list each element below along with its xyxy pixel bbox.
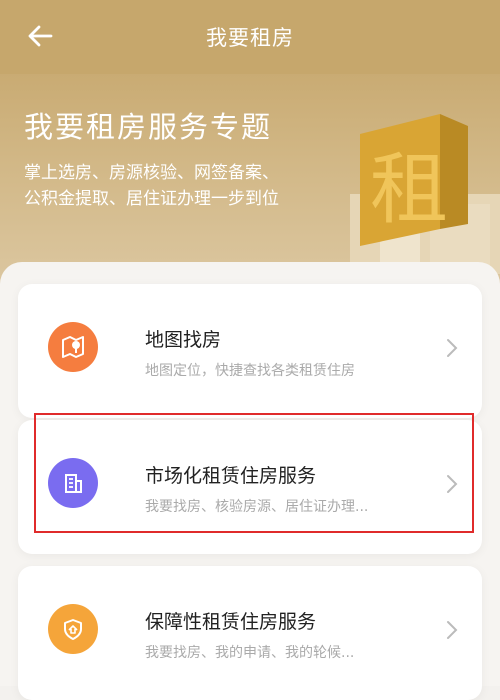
service-subtitle: 地图定位，快捷查找各类租赁住房: [145, 363, 355, 379]
service-card-affordable-rental[interactable]: 保障性租赁住房服务 我要找房、我的申请、我的轮候...: [18, 566, 482, 700]
service-card-map-search[interactable]: 地图找房 地图定位，快捷查找各类租赁住房: [18, 284, 482, 418]
top-bar: 我要租房: [0, 0, 500, 74]
service-card-market-rental[interactable]: 市场化租赁住房服务 我要找房、核验房源、居住证办理...: [18, 420, 482, 554]
service-title: 地图找房: [145, 329, 222, 351]
chevron-right-icon: [447, 339, 458, 357]
hero-subtitle-line2: 公积金提取、居住证办理一步到位: [24, 189, 279, 209]
page-title: 我要租房: [206, 26, 294, 50]
service-title: 保障性租赁住房服务: [145, 611, 317, 633]
chevron-right-icon: [447, 475, 458, 493]
rent-character: 租: [370, 145, 448, 235]
back-arrow-icon[interactable]: [22, 18, 58, 54]
service-subtitle: 我要找房、我的申请、我的轮候...: [145, 645, 355, 661]
hero-subtitle-line1: 掌上选房、房源核验、网签备案、: [24, 163, 279, 183]
service-title: 市场化租赁住房服务: [145, 465, 317, 487]
rent-building-illustration: 租: [350, 114, 500, 274]
chevron-right-icon: [447, 621, 458, 639]
map-location-icon: [48, 322, 98, 372]
shield-home-icon: [48, 604, 98, 654]
building-icon: [48, 458, 98, 508]
hero-title: 我要租房服务专题: [24, 110, 273, 144]
service-subtitle: 我要找房、核验房源、居住证办理...: [145, 499, 369, 515]
services-sheet: 地图找房 地图定位，快捷查找各类租赁住房 市场化租赁住房服务 我要找房、核验房源…: [0, 262, 500, 700]
hero-subtitle: 掌上选房、房源核验、网签备案、 公积金提取、居住证办理一步到位: [24, 160, 279, 212]
